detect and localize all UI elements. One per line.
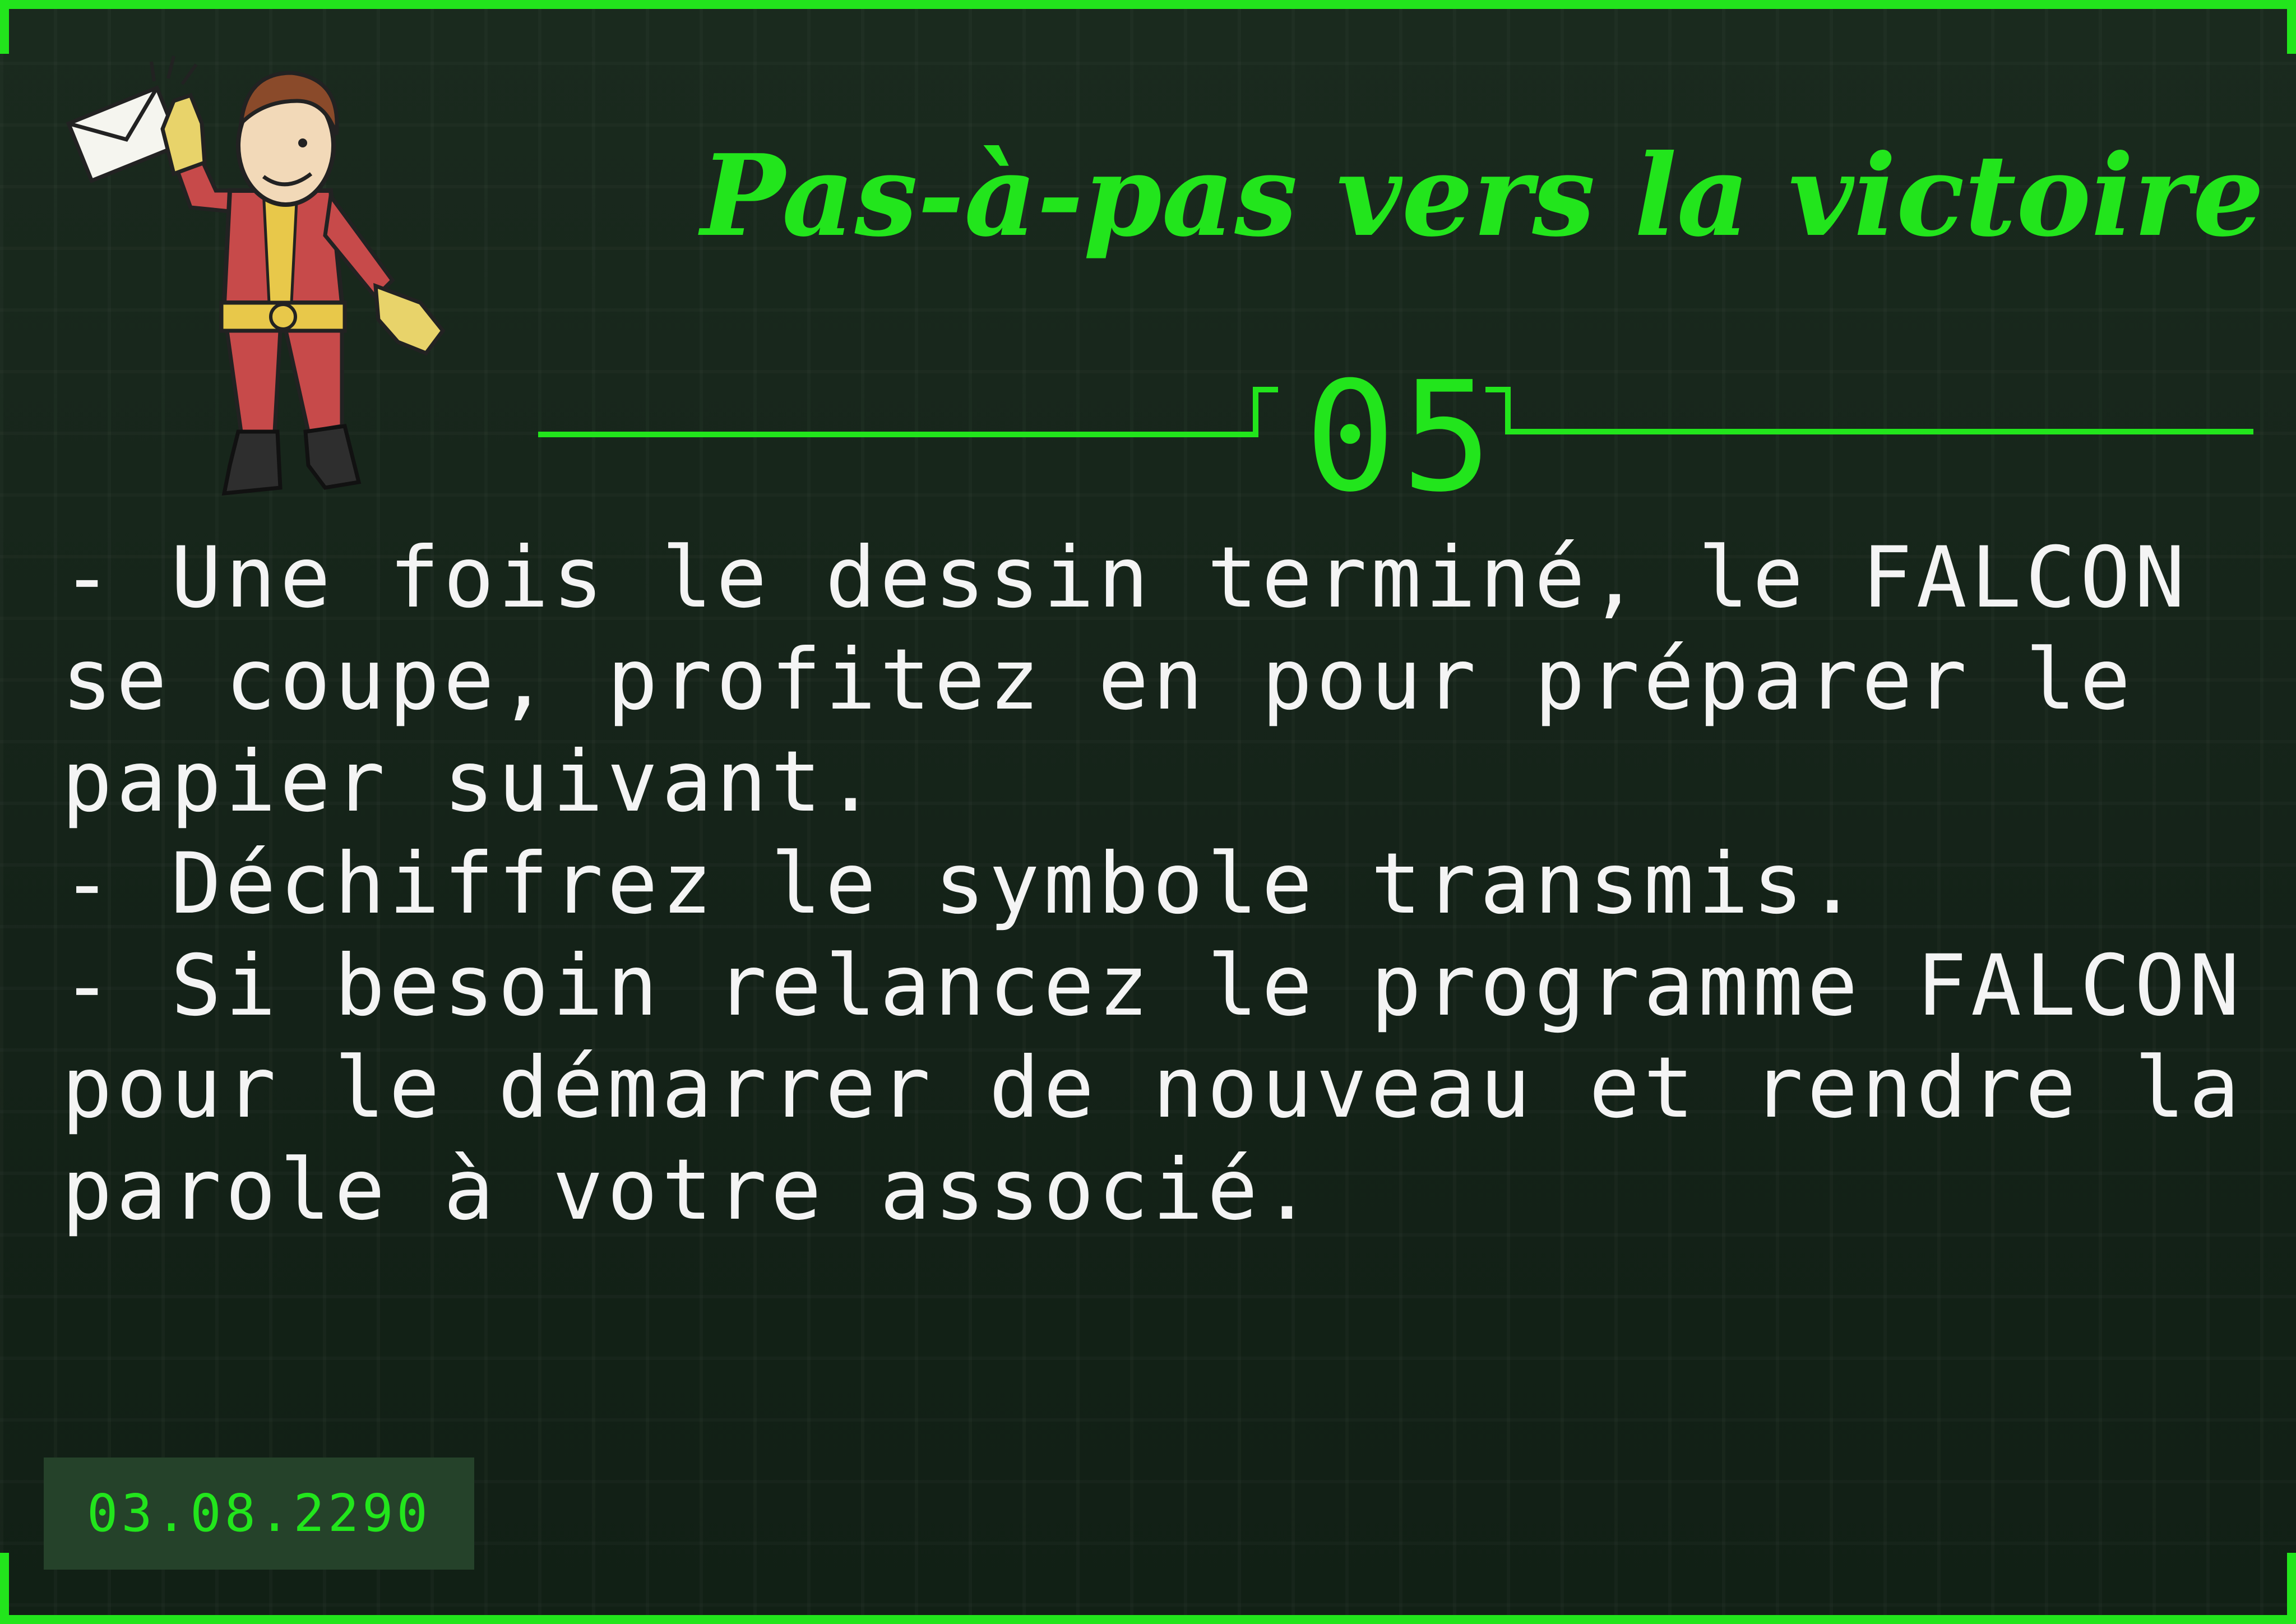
instruction-card: Pas-à-pas vers la victoire ! 05 - Une fo…: [0, 0, 2296, 1624]
step-number: 05: [1304, 349, 1498, 525]
date-badge: 03.08.2290: [44, 1458, 474, 1570]
instructions-text: - Une fois le dessin terminé, le FALCON …: [62, 527, 2248, 1241]
vault-boy-mail-icon: [66, 55, 446, 496]
page-title: Pas-à-pas vers la victoire !: [701, 130, 2296, 262]
frame-top-border: [0, 0, 2296, 9]
instruction-line: - Si besoin relancez le programme FALCON…: [62, 937, 2244, 1239]
instruction-line: - Une fois le dessin terminé, le FALCON …: [62, 529, 2189, 831]
frame-corner-tick: [0, 1553, 9, 1624]
instruction-line: - Déchiffrez le symbole transmis.: [62, 835, 1862, 933]
frame-corner-tick: [2287, 1553, 2296, 1624]
frame-corner-tick: [2287, 0, 2296, 54]
frame-corner-tick: [0, 0, 9, 54]
frame-bottom-border: [0, 1615, 2296, 1624]
date-text: 03.08.2290: [87, 1483, 431, 1543]
